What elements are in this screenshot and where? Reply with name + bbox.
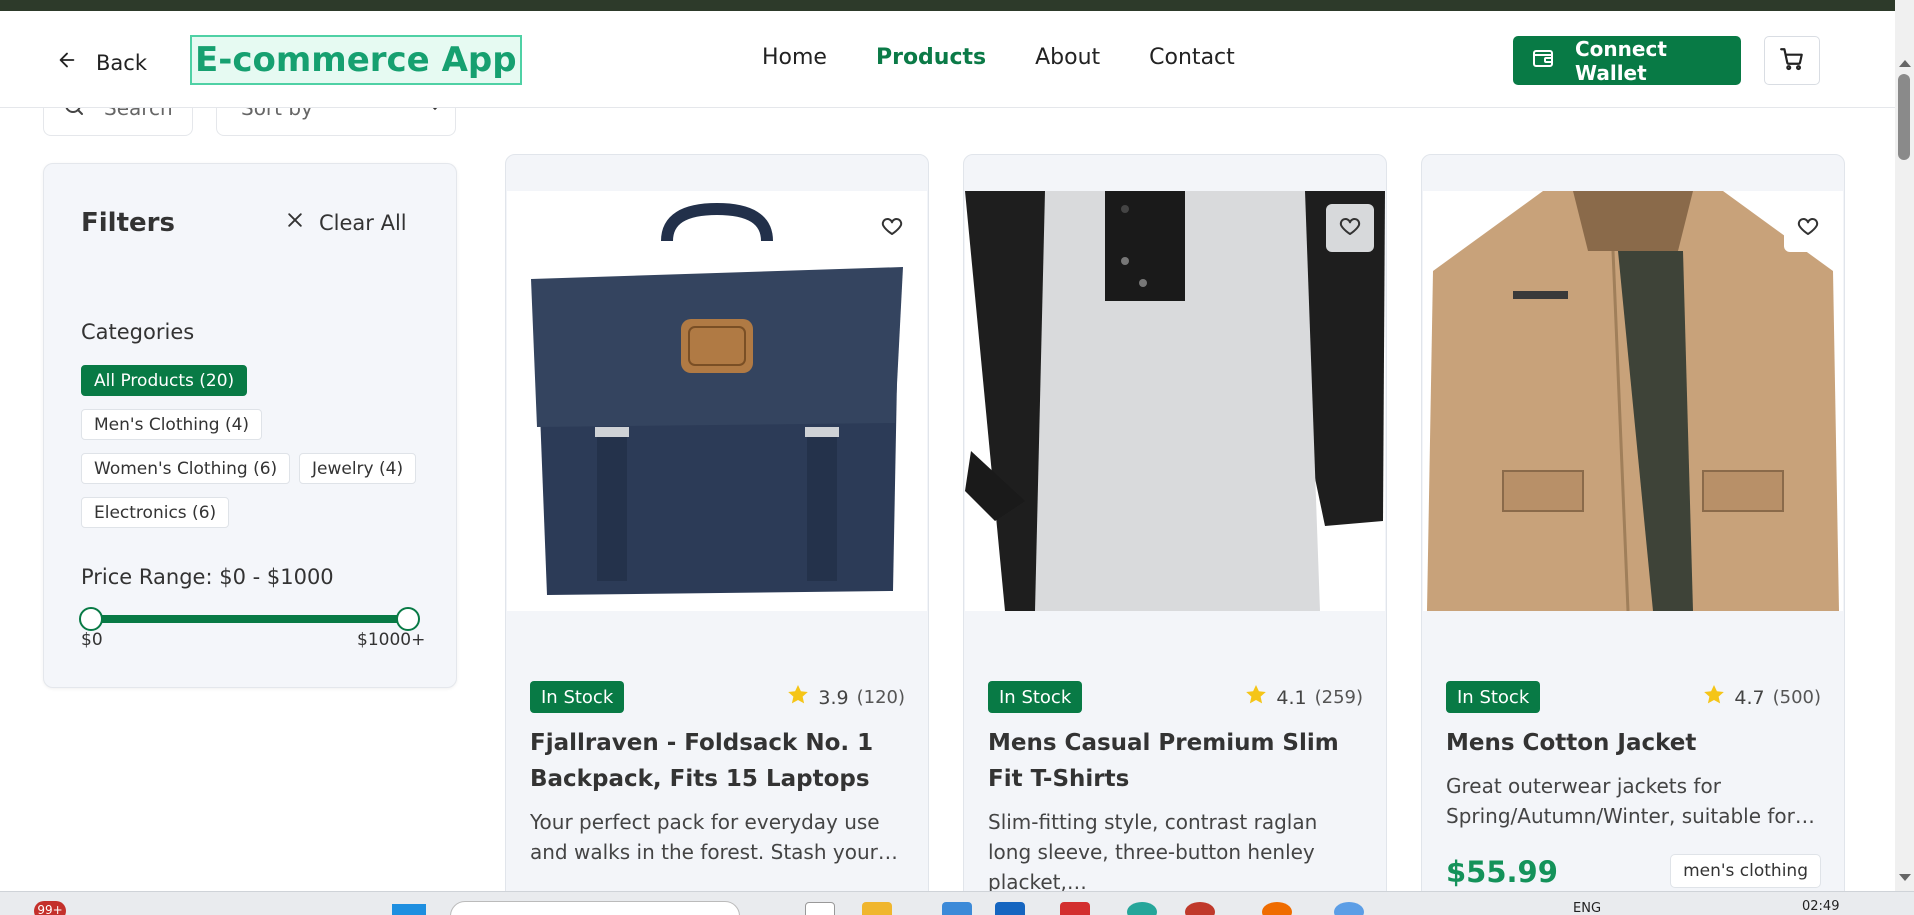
- product-description: Your perfect pack for everyday use and w…: [530, 810, 898, 864]
- stock-badge: In Stock: [1446, 681, 1541, 713]
- categories-title: Categories: [81, 320, 195, 344]
- product-title[interactable]: Fjallraven - Foldsack No. 1 Backpack, Fi…: [530, 725, 900, 797]
- product-card[interactable]: In Stock 4.7 (500) Mens Cotton Jacket Gr…: [1421, 154, 1845, 915]
- product-rating: 3.9 (120): [786, 683, 905, 712]
- star-icon: [1244, 683, 1268, 712]
- heart-icon: [880, 214, 904, 242]
- price-slider-max-handle[interactable]: [396, 607, 420, 631]
- review-count: (120): [856, 687, 905, 708]
- notification-badge[interactable]: 99+: [34, 901, 66, 915]
- category-chip-womens-clothing[interactable]: Women's Clothing (6): [81, 453, 291, 484]
- product-card[interactable]: In Stock 4.1 (259) Mens Casual Premium S…: [963, 154, 1387, 915]
- price-range-label: Price Range: $0 - $1000: [81, 565, 334, 589]
- jacket-image: [1423, 191, 1843, 611]
- app-logo-title[interactable]: E-commerce App: [190, 35, 522, 85]
- clear-all-label: Clear All: [319, 210, 407, 235]
- language-indicator[interactable]: ENG: [1573, 901, 1601, 915]
- arrow-left-icon: [56, 49, 78, 76]
- product-description: Slim-fitting style, contrast raglan long…: [988, 810, 1318, 894]
- price-max-label: $1000+: [357, 630, 426, 650]
- taskbar-app-icon[interactable]: [1060, 902, 1090, 915]
- scroll-up-arrow-icon[interactable]: [1899, 60, 1911, 67]
- nav-contact[interactable]: Contact: [1149, 45, 1235, 70]
- backpack-image: [507, 191, 927, 611]
- os-taskbar: 99+ ENG 02:49: [0, 891, 1914, 915]
- page-scrollbar[interactable]: [1895, 0, 1914, 891]
- heart-icon: [1796, 214, 1820, 242]
- heart-icon: [1338, 214, 1362, 242]
- nav-products[interactable]: Products: [876, 45, 986, 70]
- clock[interactable]: 02:49: [1802, 899, 1839, 914]
- taskbar-app-icon[interactable]: [805, 902, 835, 915]
- rating-value: 4.1: [1276, 686, 1307, 709]
- windows-start-icon[interactable]: [392, 904, 426, 915]
- product-price: $55.99: [1446, 855, 1558, 889]
- star-icon: [1702, 683, 1726, 712]
- connect-wallet-label: Connect Wallet: [1575, 36, 1667, 85]
- star-icon: [786, 683, 810, 712]
- main-nav: Home Products About Contact: [762, 45, 1235, 70]
- product-card[interactable]: In Stock 3.9 (120) Fjallraven - Foldsack…: [505, 154, 929, 915]
- cart-button[interactable]: [1764, 36, 1820, 85]
- back-button[interactable]: Back: [56, 49, 147, 76]
- favorite-button[interactable]: [1784, 204, 1832, 252]
- taskbar-app-icon[interactable]: [1334, 902, 1364, 915]
- review-count: (259): [1314, 687, 1363, 708]
- scroll-down-arrow-icon[interactable]: [1899, 874, 1911, 881]
- taskbar-app-icon[interactable]: [1262, 902, 1292, 915]
- stock-badge: In Stock: [988, 681, 1083, 713]
- rating-value: 3.9: [818, 686, 849, 709]
- product-title[interactable]: Mens Cotton Jacket: [1446, 725, 1816, 761]
- category-chip-mens-clothing[interactable]: Men's Clothing (4): [81, 409, 263, 440]
- filters-panel: Filters Clear All Categories All Product…: [43, 163, 457, 688]
- filters-title: Filters: [81, 208, 175, 238]
- taskbar-app-icon[interactable]: [942, 902, 972, 915]
- nav-home[interactable]: Home: [762, 45, 827, 70]
- review-count: (500): [1772, 687, 1821, 708]
- category-chip-all[interactable]: All Products (20): [81, 365, 248, 396]
- folder-icon[interactable]: [862, 902, 892, 915]
- product-rating: 4.1 (259): [1244, 683, 1363, 712]
- wallet-icon: [1531, 46, 1555, 75]
- category-chip-electronics[interactable]: Electronics (6): [81, 497, 230, 528]
- category-tag: men's clothing: [1670, 854, 1821, 888]
- back-label: Back: [96, 50, 147, 75]
- taskbar-app-icon[interactable]: [1185, 902, 1215, 915]
- clear-all-button[interactable]: Clear All: [285, 210, 407, 235]
- stock-badge: In Stock: [530, 681, 625, 713]
- taskbar-app-icon[interactable]: [995, 902, 1025, 915]
- taskbar-app-icon[interactable]: [1127, 902, 1157, 915]
- price-slider-min-handle[interactable]: [79, 607, 103, 631]
- rating-value: 4.7: [1734, 686, 1765, 709]
- favorite-button[interactable]: [1326, 204, 1374, 252]
- close-icon: [285, 210, 305, 235]
- product-title[interactable]: Mens Casual Premium Slim Fit T-Shirts: [988, 725, 1358, 797]
- favorite-button[interactable]: [868, 204, 916, 252]
- price-slider-track[interactable]: [91, 615, 409, 623]
- nav-about[interactable]: About: [1035, 45, 1100, 70]
- scrollbar-thumb[interactable]: [1898, 74, 1910, 160]
- product-rating: 4.7 (500): [1702, 683, 1821, 712]
- taskbar-search-input[interactable]: [450, 901, 740, 915]
- browser-top-strip: [0, 0, 1914, 11]
- tshirt-image: [965, 191, 1385, 611]
- price-min-label: $0: [81, 630, 103, 650]
- shopping-cart-icon: [1779, 46, 1805, 76]
- site-header: Back E-commerce App Home Products About …: [0, 11, 1895, 108]
- connect-wallet-button[interactable]: Connect Wallet: [1513, 36, 1741, 85]
- product-description: Great outerwear jackets for Spring/Autum…: [1446, 774, 1815, 828]
- category-chip-jewelry[interactable]: Jewelry (4): [299, 453, 417, 484]
